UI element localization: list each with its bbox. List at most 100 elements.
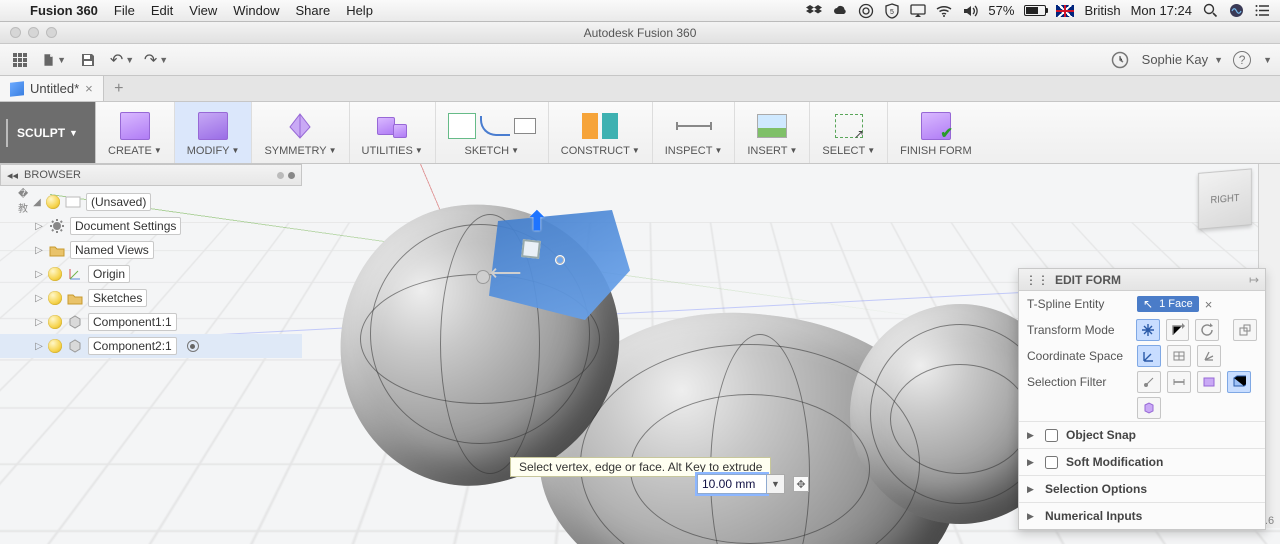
clear-selection-icon[interactable]: × <box>1205 297 1213 312</box>
tspline-body[interactable]: ⬆ ⟵ <box>330 184 1030 544</box>
ribbon-group-select[interactable]: SELECT▼ <box>810 102 888 163</box>
volume-icon[interactable] <box>962 3 978 19</box>
object-snap-checkbox[interactable] <box>1045 429 1058 442</box>
spotlight-icon[interactable] <box>1202 3 1218 19</box>
coord-space-local[interactable] <box>1197 345 1221 367</box>
filter-face[interactable] <box>1197 371 1221 393</box>
menu-edit[interactable]: Edit <box>151 3 173 18</box>
tree-item-namedviews[interactable]: ▷ Named Views <box>0 238 302 262</box>
dimension-dropdown[interactable]: ▼ <box>767 474 785 494</box>
viewcube[interactable]: RIGHT <box>1198 168 1252 229</box>
browser-pin-icon[interactable] <box>277 172 295 179</box>
menu-list-icon[interactable] <box>1254 3 1270 19</box>
ribbon-group-symmetry[interactable]: SYMMETRY▼ <box>252 102 349 163</box>
shield-icon[interactable]: 5 <box>884 3 900 19</box>
help-button[interactable]: ? <box>1233 51 1251 69</box>
lightbulb-icon[interactable] <box>46 195 60 209</box>
file-menu-button[interactable]: ▼ <box>42 48 66 72</box>
transform-mode-multi[interactable] <box>1136 319 1160 341</box>
coord-space-world[interactable] <box>1137 345 1161 367</box>
document-tab-label: Untitled* <box>30 81 79 96</box>
section-selection-options[interactable]: ▶ Selection Options <box>1019 475 1265 502</box>
manipulator-left-arrow-icon[interactable]: ⟵ <box>490 260 522 286</box>
filter-edge[interactable] <box>1167 371 1191 393</box>
wifi-icon[interactable] <box>936 3 952 19</box>
battery-percent: 57% <box>988 3 1014 18</box>
lightbulb-icon[interactable] <box>48 267 62 281</box>
mac-menubar: Fusion 360 File Edit View Window Share H… <box>0 0 1280 22</box>
ribbon-group-utilities[interactable]: UTILITIES▼ <box>350 102 436 163</box>
tree-item-docsettings[interactable]: ▷ Document Settings <box>0 214 302 238</box>
section-soft-modification[interactable]: ▶ Soft Modification <box>1019 448 1265 475</box>
component-icon <box>66 314 84 330</box>
ribbon-group-insert[interactable]: INSERT▼ <box>735 102 810 163</box>
menu-help[interactable]: Help <box>346 3 373 18</box>
manipulator-plane-handle[interactable] <box>521 239 541 259</box>
tree-item-component2[interactable]: ▷ Component2:1 <box>0 334 302 358</box>
menu-file[interactable]: File <box>114 3 135 18</box>
undo-button[interactable]: ↶▼ <box>110 48 134 72</box>
filter-body-extra[interactable] <box>1137 397 1161 419</box>
active-component-radio[interactable] <box>187 340 199 352</box>
ribbon-group-construct[interactable]: CONSTRUCT▼ <box>549 102 653 163</box>
component-icon <box>66 338 84 354</box>
redo-button[interactable]: ↷▼ <box>144 48 168 72</box>
manipulator-rotate-handle[interactable] <box>476 270 490 284</box>
document-icon <box>10 81 24 96</box>
cc-icon[interactable] <box>858 3 874 19</box>
tree-item-origin[interactable]: ▷ Origin <box>0 262 302 286</box>
coord-space-view[interactable] <box>1167 345 1191 367</box>
menu-view[interactable]: View <box>189 3 217 18</box>
siri-icon[interactable] <box>1228 3 1244 19</box>
data-panel-button[interactable] <box>8 48 32 72</box>
tree-item-component1[interactable]: ▷ Component1:1 <box>0 310 302 334</box>
browser-titlebar[interactable]: ◂◂ BROWSER <box>0 164 302 186</box>
dimension-move-icon[interactable]: ✥ <box>793 476 809 492</box>
menu-share[interactable]: Share <box>295 3 330 18</box>
battery-icon[interactable] <box>1024 5 1046 16</box>
ribbon-group-create[interactable]: CREATE▼ <box>96 102 175 163</box>
document-tab-active[interactable]: Untitled* × <box>0 76 104 101</box>
ribbon-group-inspect[interactable]: INSPECT▼ <box>653 102 736 163</box>
lightbulb-icon[interactable] <box>48 315 62 329</box>
section-numerical-inputs[interactable]: ▶ Numerical Inputs <box>1019 502 1265 529</box>
airplay-icon[interactable] <box>910 3 926 19</box>
filter-vertex[interactable] <box>1137 371 1161 393</box>
save-button[interactable] <box>76 48 100 72</box>
input-source[interactable]: British <box>1084 3 1120 18</box>
menu-window[interactable]: Window <box>233 3 279 18</box>
tree-item-sketches[interactable]: ▷ Sketches <box>0 286 302 310</box>
transform-mode-translate[interactable] <box>1166 319 1190 341</box>
menubar-app-name[interactable]: Fusion 360 <box>30 3 98 18</box>
account-menu[interactable]: Sophie Kay ▼ <box>1142 52 1223 67</box>
new-tab-button[interactable]: + <box>104 76 134 101</box>
manipulator-up-arrow-icon[interactable]: ⬆ <box>526 206 548 237</box>
row-selection-filter: Selection Filter <box>1019 369 1265 395</box>
ribbon-group-modify[interactable]: MODIFY▼ <box>175 102 253 163</box>
selection-chip[interactable]: ↖ 1 Face <box>1137 296 1199 312</box>
browser-collapse-icon[interactable]: ◂◂ <box>7 169 18 182</box>
panel-drag-icon[interactable]: ⋮⋮ <box>1025 273 1049 287</box>
manipulator-origin-dot[interactable] <box>556 256 564 264</box>
ribbon-group-sketch[interactable]: SKETCH▼ <box>436 102 549 163</box>
job-status-icon[interactable] <box>1108 48 1132 72</box>
panel-titlebar[interactable]: ⋮⋮ EDIT FORM ↦ <box>1019 269 1265 291</box>
soft-modification-checkbox[interactable] <box>1045 456 1058 469</box>
transform-mode-scale[interactable] <box>1233 319 1257 341</box>
panel-pin-icon[interactable]: ↦ <box>1249 273 1259 287</box>
section-object-snap[interactable]: ▶ Object Snap <box>1019 421 1265 448</box>
close-tab-icon[interactable]: × <box>85 81 93 96</box>
tree-root[interactable]: �教◢ (Unsaved) <box>0 190 302 214</box>
workspace-switcher[interactable]: SCULPT ▼ <box>0 102 96 163</box>
lightbulb-icon[interactable] <box>48 339 62 353</box>
dropbox-icon[interactable] <box>806 3 822 19</box>
window-title: Autodesk Fusion 360 <box>0 26 1280 40</box>
filter-body[interactable] <box>1227 371 1251 393</box>
dimension-input[interactable] <box>697 474 767 494</box>
lightbulb-icon[interactable] <box>48 291 62 305</box>
ribbon-finish-form[interactable]: FINISH FORM <box>888 102 984 163</box>
cloud-sync-icon[interactable] <box>832 3 848 19</box>
transform-mode-rotate[interactable] <box>1195 319 1219 341</box>
manipulator-gizmo[interactable]: ⬆ ⟵ <box>498 218 568 288</box>
uk-flag-icon[interactable] <box>1056 5 1074 17</box>
